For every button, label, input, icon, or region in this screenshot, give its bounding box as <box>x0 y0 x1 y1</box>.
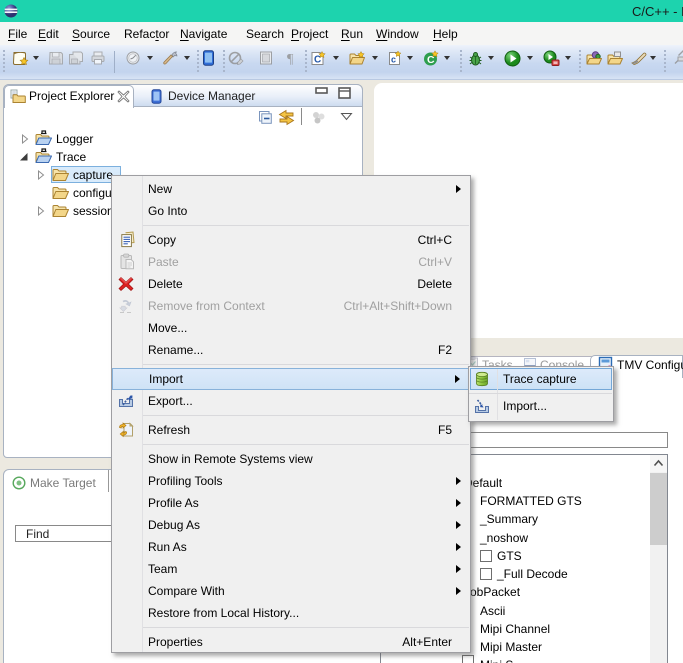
svg-text:¶: ¶ <box>287 52 294 66</box>
svg-text:c: c <box>391 55 396 65</box>
